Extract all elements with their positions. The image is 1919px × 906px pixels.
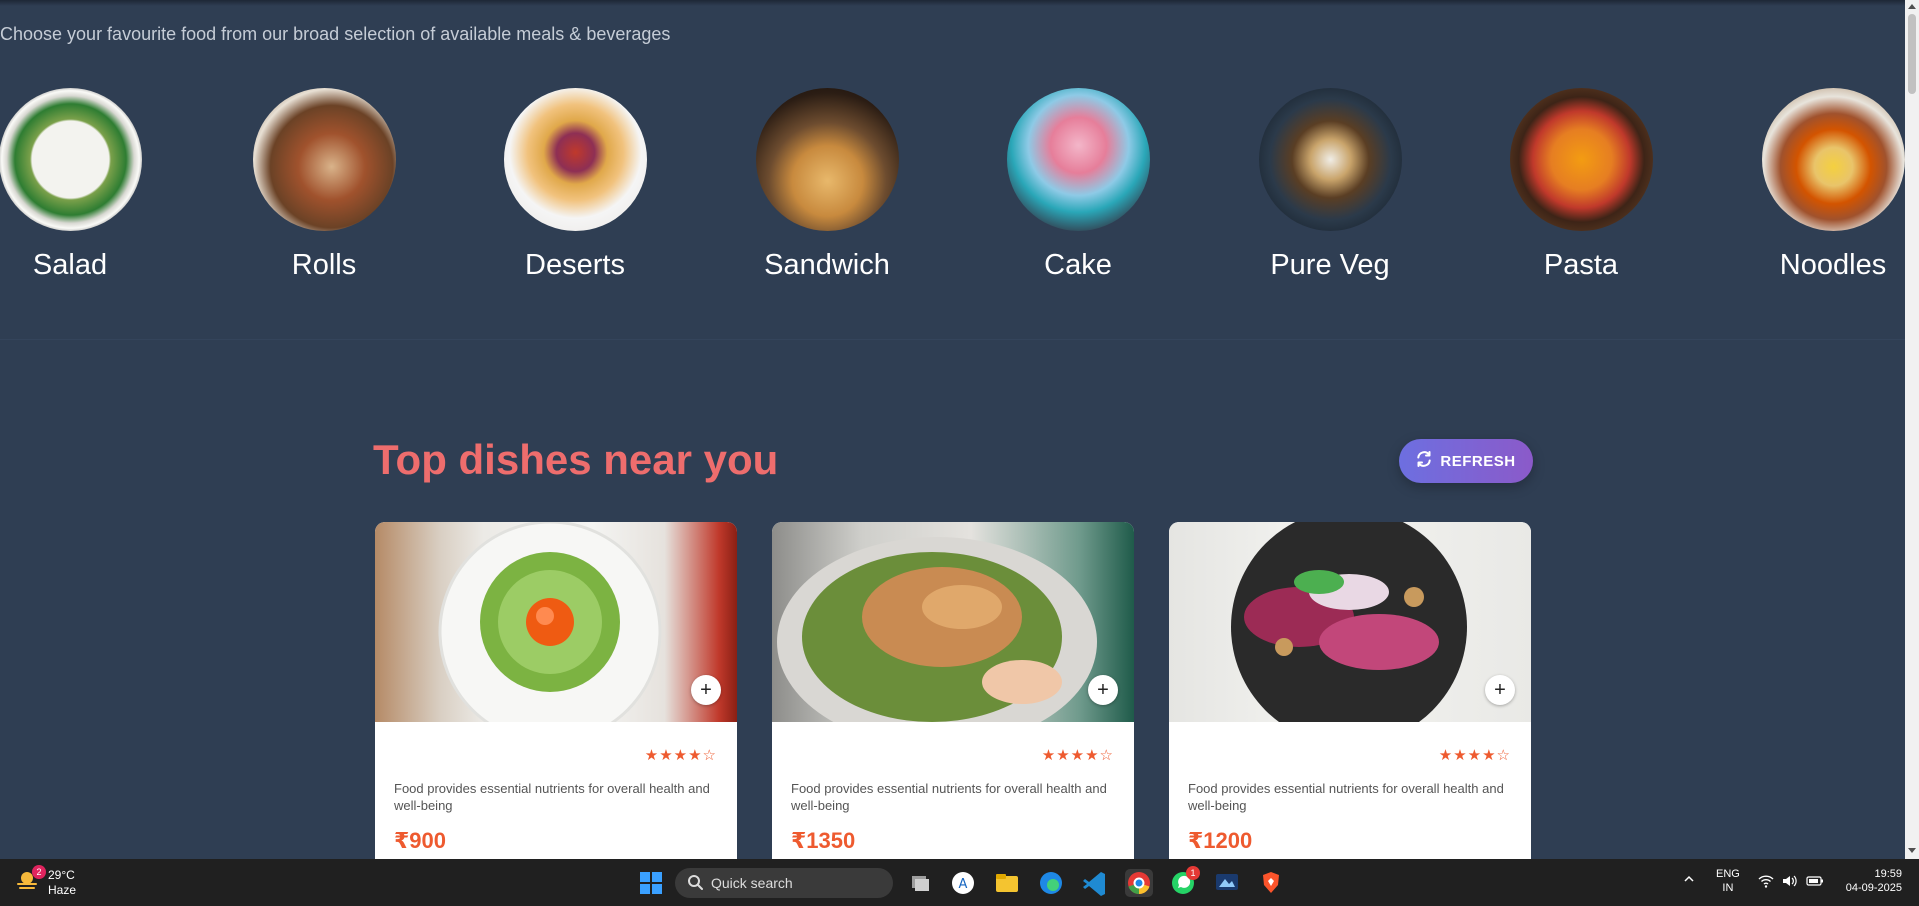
rating-stars: ★★★★☆ <box>644 747 717 764</box>
dish-image: + <box>1169 522 1531 722</box>
category-label: Salad <box>32 249 108 281</box>
section-divider <box>0 339 1905 340</box>
category-pasta[interactable]: Pasta <box>1491 88 1671 282</box>
category-image-sandwich <box>755 88 899 231</box>
scrollbar-thumb[interactable] <box>1908 14 1916 94</box>
scroll-down-arrow-icon[interactable] <box>1908 848 1916 853</box>
show-hidden-icons-chevron-icon[interactable] <box>1682 872 1696 890</box>
wifi-icon <box>1758 874 1774 892</box>
system-tray[interactable] <box>1758 874 1824 892</box>
dish-price: ₹1200 <box>1188 828 1253 853</box>
category-image-noodles <box>1761 88 1905 231</box>
category-rolls[interactable]: Rolls <box>234 88 414 282</box>
weather-widget[interactable]: 2 29°C Haze <box>14 865 77 898</box>
category-label: Deserts <box>525 249 625 281</box>
taskbar-search[interactable]: Quick search <box>675 868 893 898</box>
category-carousel: Salad Rolls Deserts Sandwich Cake Pure V… <box>0 88 1905 288</box>
windows-start-icon[interactable] <box>637 869 665 897</box>
category-image-pure-veg <box>1258 88 1402 231</box>
add-to-cart-button[interactable]: + <box>1088 675 1118 705</box>
clock-time: 19:59 <box>1874 868 1902 880</box>
category-image-deserts <box>503 88 647 231</box>
add-to-cart-button[interactable]: + <box>1485 675 1515 705</box>
app-store-icon[interactable]: A <box>949 869 977 897</box>
vertical-scrollbar[interactable] <box>1905 0 1919 859</box>
whatsapp-icon[interactable]: 1 <box>1169 866 1200 897</box>
category-pure-veg[interactable]: Pure Veg <box>1240 88 1420 282</box>
header-shadow <box>0 0 1905 6</box>
vscode-icon[interactable] <box>1081 869 1109 897</box>
dish-price: ₹1350 <box>791 828 856 853</box>
file-explorer-icon[interactable] <box>993 869 1021 897</box>
battery-icon <box>1806 874 1824 892</box>
category-image-salad <box>0 88 142 231</box>
refresh-button[interactable]: REFRESH <box>1399 439 1533 483</box>
dish-image: + <box>772 522 1134 722</box>
scroll-up-arrow-icon[interactable] <box>1908 4 1916 9</box>
category-label: Pasta <box>1543 249 1619 281</box>
clock[interactable]: 19:59 04-09-2025 <box>1838 867 1902 895</box>
weather-badge: 2 <box>32 865 46 879</box>
category-cake[interactable]: Cake <box>988 88 1168 282</box>
dish-image: + <box>375 522 737 722</box>
taskbar: 2 29°C Haze Quick search A 1 ENG IN 19:5… <box>0 859 1919 906</box>
svg-text:A: A <box>959 877 968 892</box>
weather-desc: Haze <box>48 882 77 897</box>
category-label: Cake <box>1044 249 1112 281</box>
edge-icon[interactable] <box>1037 869 1065 897</box>
language-indicator[interactable]: ENG IN <box>1716 867 1740 895</box>
task-view-icon[interactable] <box>906 869 934 897</box>
category-sandwich[interactable]: Sandwich <box>737 88 917 282</box>
search-icon <box>687 874 703 893</box>
web-page: Choose your favourite food from our broa… <box>0 0 1905 859</box>
rating-stars: ★★★★☆ <box>1041 747 1114 764</box>
chrome-icon[interactable] <box>1125 869 1153 897</box>
dish-card[interactable]: + ★★★★☆ Food provides essential nutrient… <box>375 522 737 859</box>
dish-description: Food provides essential nutrients for ov… <box>1188 781 1504 813</box>
category-image-rolls <box>252 88 396 231</box>
brave-icon[interactable] <box>1257 869 1285 897</box>
category-label: Rolls <box>291 249 357 281</box>
dish-card[interactable]: + ★★★★☆ Food provides essential nutrient… <box>1169 522 1531 859</box>
menu-tagline: Choose your favourite food from our broa… <box>0 24 671 44</box>
language-code: ENG <box>1716 868 1740 880</box>
category-label: Noodles <box>1779 249 1887 281</box>
section-title: Top dishes near you <box>373 436 779 483</box>
language-region: IN <box>1722 882 1734 894</box>
refresh-label: REFRESH <box>1440 452 1516 470</box>
dish-description: Food provides essential nutrients for ov… <box>394 781 710 813</box>
rating-stars: ★★★★☆ <box>1438 747 1511 764</box>
refresh-icon <box>1416 451 1432 471</box>
category-salad[interactable]: Salad <box>0 88 160 282</box>
search-placeholder: Quick search <box>711 875 793 891</box>
clock-date: 04-09-2025 <box>1845 882 1902 894</box>
dish-card[interactable]: + ★★★★☆ Food provides essential nutrient… <box>772 522 1134 859</box>
volume-icon <box>1782 874 1798 892</box>
category-label: Sandwich <box>764 249 890 281</box>
category-image-pasta <box>1509 88 1653 231</box>
dish-price: ₹900 <box>394 828 447 853</box>
dish-description: Food provides essential nutrients for ov… <box>791 781 1107 813</box>
weather-temp: 29°C <box>48 867 75 882</box>
add-to-cart-button[interactable]: + <box>691 675 721 705</box>
whatsapp-badge: 1 <box>1186 866 1200 880</box>
category-image-cake <box>1006 88 1150 231</box>
remote-desktop-icon[interactable] <box>1213 869 1241 897</box>
category-label: Pure Veg <box>1270 249 1390 281</box>
category-deserts[interactable]: Deserts <box>485 88 665 282</box>
category-noodles[interactable]: Noodles <box>1743 88 1905 282</box>
